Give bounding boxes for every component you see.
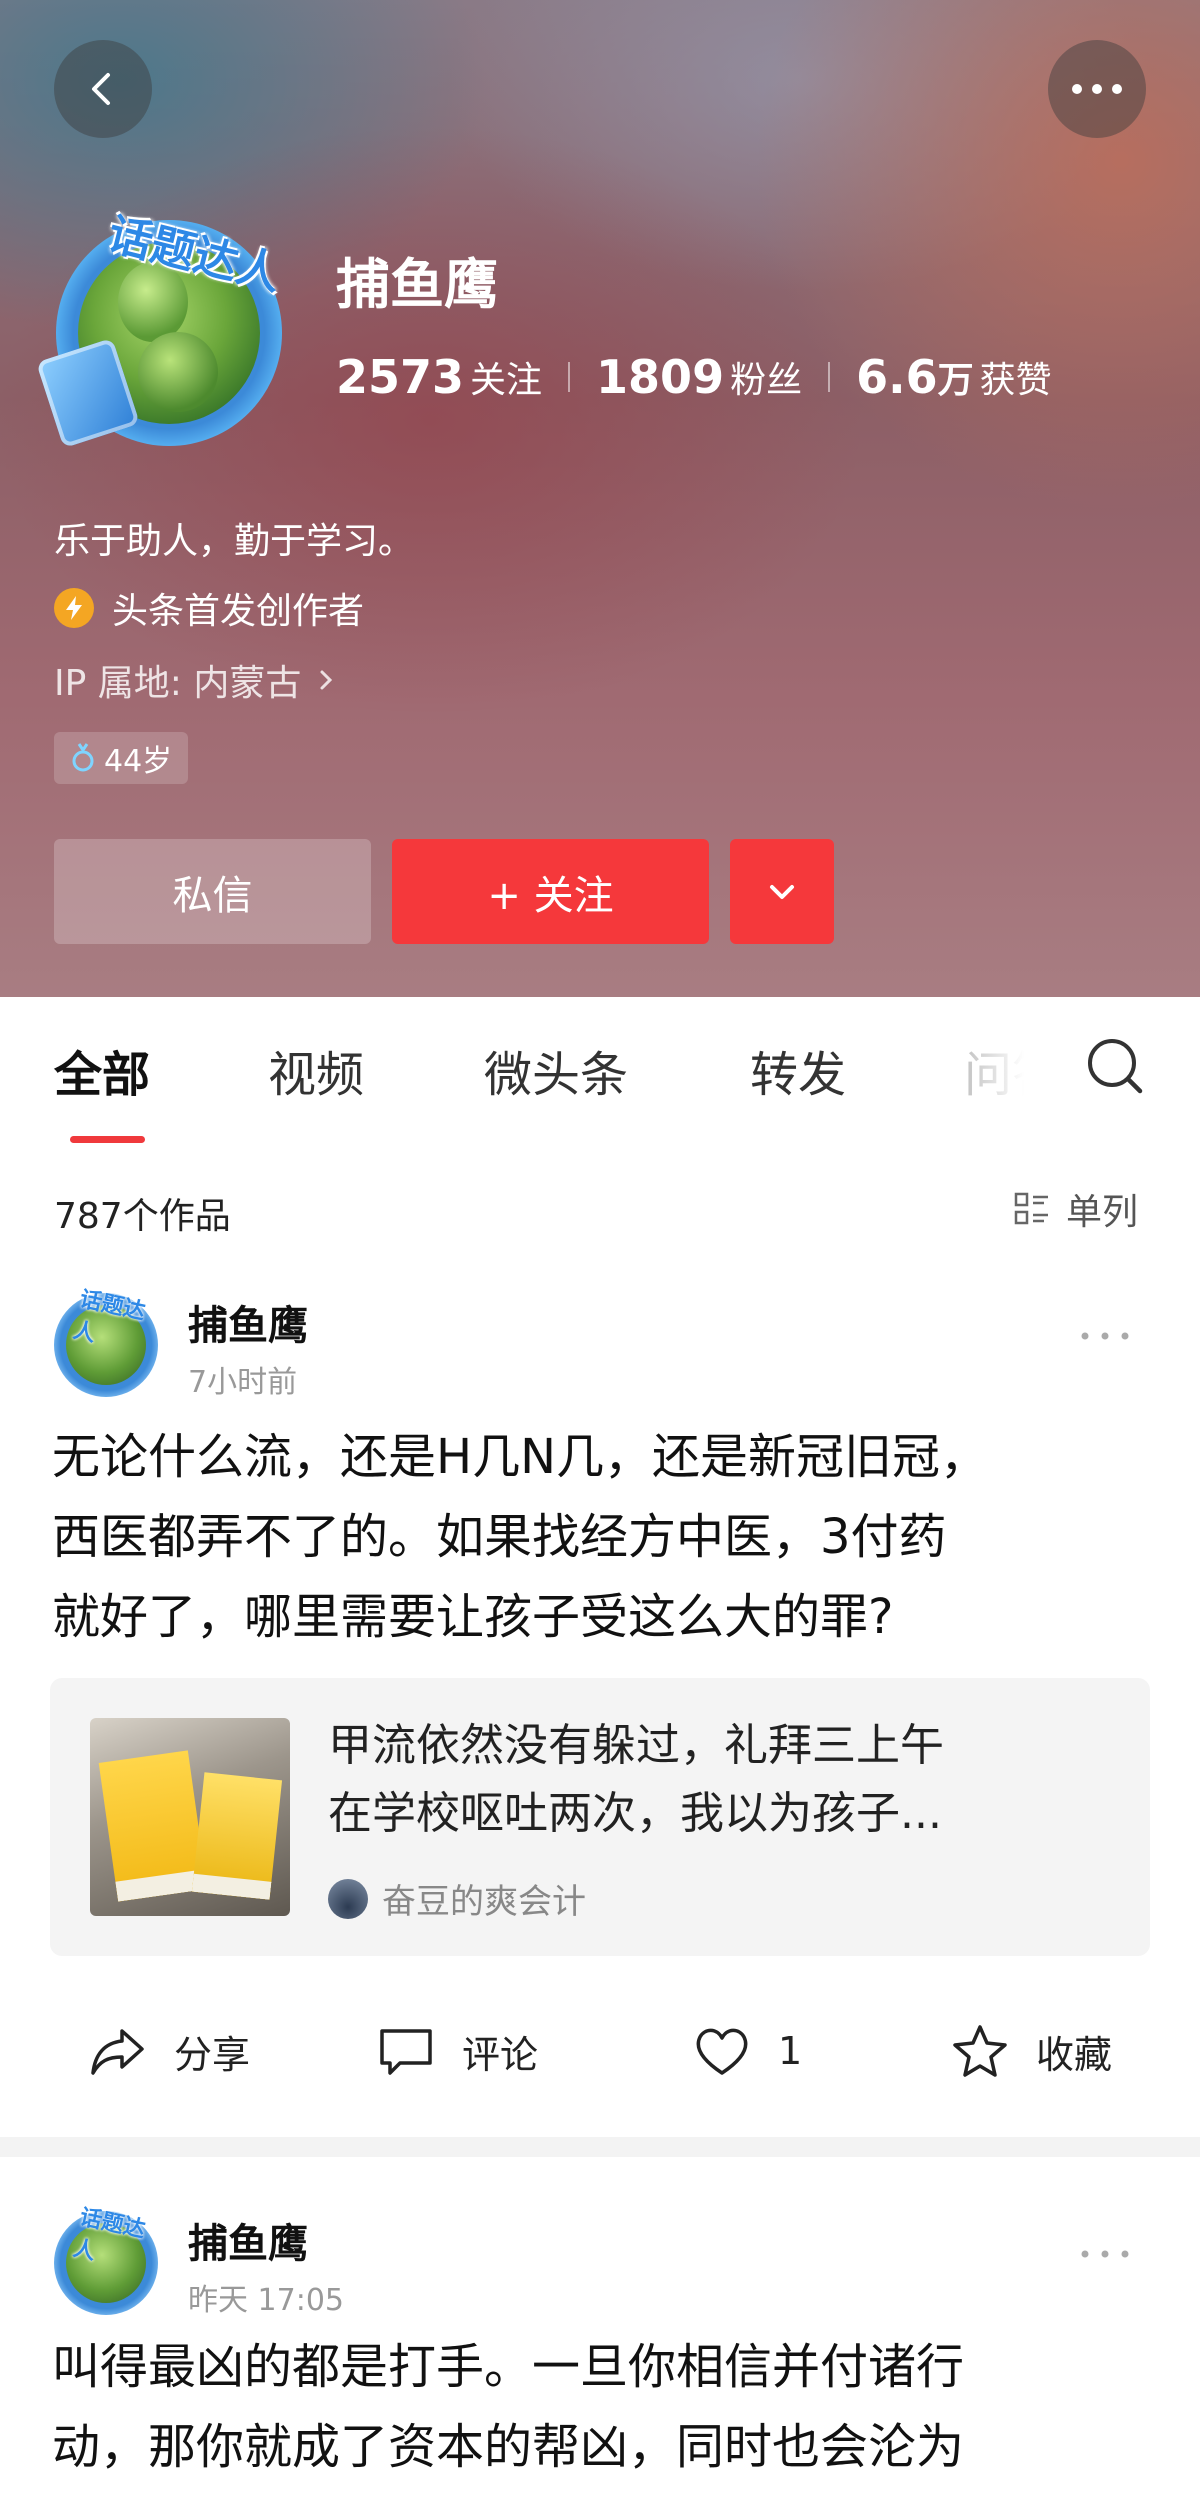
more-dots-icon <box>1081 2250 1129 2258</box>
feed-post[interactable]: 话题达人 捕鱼鹰 昨天 17:05 叫得最凶的都是打手。一旦你相信并付诸行 动，… <box>0 2157 1200 2503</box>
lightning-icon <box>54 588 94 628</box>
profile-stats: 2573 关注 1809 粉丝 6.6 万 获赞 <box>336 350 1052 404</box>
likes-count: 6.6 <box>856 350 938 404</box>
content-tabs: 全部 视频 微头条 转发 问答 <box>0 997 1200 1145</box>
ip-location-row[interactable]: IP 属地: 内蒙古 <box>54 654 341 706</box>
ip-location-label: IP 属地: 内蒙古 <box>54 663 302 704</box>
post-text: 无论什么流，还是H几N几，还是新冠旧冠， 西医都弄不了的。如果找经方中医，3付药… <box>52 1417 1152 1657</box>
post-time: 昨天 17:05 <box>188 2283 344 2318</box>
quoted-post-source: 奋豆的爽会计 <box>328 1874 586 1923</box>
share-icon <box>91 2029 144 2075</box>
post-author-avatar[interactable]: 话题达人 <box>54 1285 162 1397</box>
post-text: 叫得最凶的都是打手。一旦你相信并付诸行 动，那你就成了资本的帮凶，同时也会沦为 <box>52 2327 1152 2487</box>
tab-repost[interactable]: 转发 <box>750 1035 846 1105</box>
feed-post[interactable]: 话题达人 捕鱼鹰 7小时前 无论什么流，还是H几N几，还是新冠旧冠， 西医都弄不… <box>0 1265 1200 2137</box>
favorite-label: 收藏 <box>1036 2032 1113 2077</box>
tab-all[interactable]: 全部 <box>54 1035 150 1105</box>
list-view-icon <box>1014 1192 1048 1225</box>
post-author-avatar[interactable]: 话题达人 <box>54 2203 162 2315</box>
star-icon <box>953 2025 1007 2077</box>
age-label: 44岁 <box>104 744 173 779</box>
like-button[interactable]: 1 <box>692 2023 802 2079</box>
share-button[interactable]: 分享 <box>88 2023 250 2079</box>
more-dots-icon <box>1081 1332 1129 1340</box>
like-count: 1 <box>778 2029 803 2073</box>
works-count: 787个作品 <box>54 1196 231 1237</box>
post-author-name[interactable]: 捕鱼鹰 <box>188 2211 308 2269</box>
divider <box>568 362 571 392</box>
quoted-post-card[interactable]: 甲流依然没有躲过，礼拜三上午 在学校呕吐两次，我以为孩子... 奋豆的爽会计 <box>50 1678 1150 1956</box>
following-count[interactable]: 2573 <box>336 350 464 404</box>
search-button[interactable] <box>1082 1032 1152 1102</box>
follow-dropdown-button[interactable] <box>730 839 834 944</box>
female-symbol-icon <box>72 743 94 772</box>
more-dots-icon <box>1072 84 1122 94</box>
post-actions: 分享 评论 1 收藏 <box>0 2005 1200 2105</box>
followers-count[interactable]: 1809 <box>596 350 724 404</box>
divider <box>828 362 831 392</box>
age-chip: 44岁 <box>54 732 189 784</box>
tab-micro-headline[interactable]: 微头条 <box>484 1035 628 1105</box>
source-name: 奋豆的爽会计 <box>382 1882 586 1922</box>
source-avatar <box>328 1878 368 1919</box>
chevron-left-icon <box>92 73 110 105</box>
more-button[interactable] <box>1048 40 1146 138</box>
creator-badge-row[interactable]: 头条首发创作者 <box>54 582 364 634</box>
tab-video[interactable]: 视频 <box>268 1035 364 1105</box>
view-mode-toggle[interactable]: 单列 <box>1012 1183 1138 1235</box>
works-count-bar: 787个作品 单列 <box>0 1145 1200 1265</box>
post-text-line: 无论什么流，还是H几N几，还是新冠旧冠， <box>52 1429 989 1485</box>
view-mode-label: 单列 <box>1066 1192 1139 1233</box>
favorite-button[interactable]: 收藏 <box>950 2023 1112 2079</box>
comment-icon <box>380 2029 432 2075</box>
likes-label: 获赞 <box>979 360 1052 401</box>
followers-label[interactable]: 粉丝 <box>730 351 802 403</box>
post-text-line: 动，那你就成了资本的帮凶，同时也会沦为 <box>52 2419 965 2475</box>
post-more-button[interactable] <box>1080 1305 1130 1351</box>
following-label[interactable]: 关注 <box>470 351 542 403</box>
tab-fade-overlay <box>940 997 1060 1145</box>
follow-button[interactable]: + 关注 <box>392 839 709 944</box>
post-more-button[interactable] <box>1080 2223 1130 2269</box>
creator-label: 头条首发创作者 <box>112 591 365 632</box>
quoted-post-text: 甲流依然没有躲过，礼拜三上午 在学校呕吐两次，我以为孩子... <box>328 1712 1108 1848</box>
post-time: 7小时前 <box>188 1365 298 1400</box>
post-text-line: 叫得最凶的都是打手。一旦你相信并付诸行 <box>52 2339 965 2395</box>
private-message-button[interactable]: 私信 <box>54 839 371 944</box>
post-text-line: 西医都弄不了的。如果找经方中医，3付药 <box>52 1509 947 1565</box>
profile-header: 话题达人 捕鱼鹰 2573 关注 1809 粉丝 6.6 万 获赞 乐于助人，勤… <box>0 0 1200 997</box>
back-button[interactable] <box>54 40 152 138</box>
heart-icon <box>696 2028 748 2075</box>
comment-button[interactable]: 评论 <box>376 2023 538 2079</box>
quoted-text-line: 甲流依然没有躲过，礼拜三上午 <box>328 1720 944 1771</box>
likes-unit: 万 <box>937 360 974 401</box>
chevron-down-icon <box>770 884 794 899</box>
profile-username: 捕鱼鹰 <box>336 253 498 316</box>
chevron-right-icon <box>320 670 333 690</box>
search-icon <box>1088 1039 1143 1094</box>
post-author-name[interactable]: 捕鱼鹰 <box>188 1293 308 1351</box>
post-text-line: 就好了，哪里需要让孩子受这么大的罪? <box>52 1589 894 1645</box>
profile-avatar[interactable]: 话题达人 <box>36 198 306 449</box>
profile-bio: 乐于助人，勤于学习。 <box>54 521 415 562</box>
comment-label: 评论 <box>462 2032 539 2077</box>
quoted-post-thumbnail <box>90 1718 290 1916</box>
active-tab-indicator <box>70 1136 145 1143</box>
quoted-text-line: 在学校呕吐两次，我以为孩子... <box>328 1788 942 1839</box>
share-label: 分享 <box>174 2032 251 2077</box>
